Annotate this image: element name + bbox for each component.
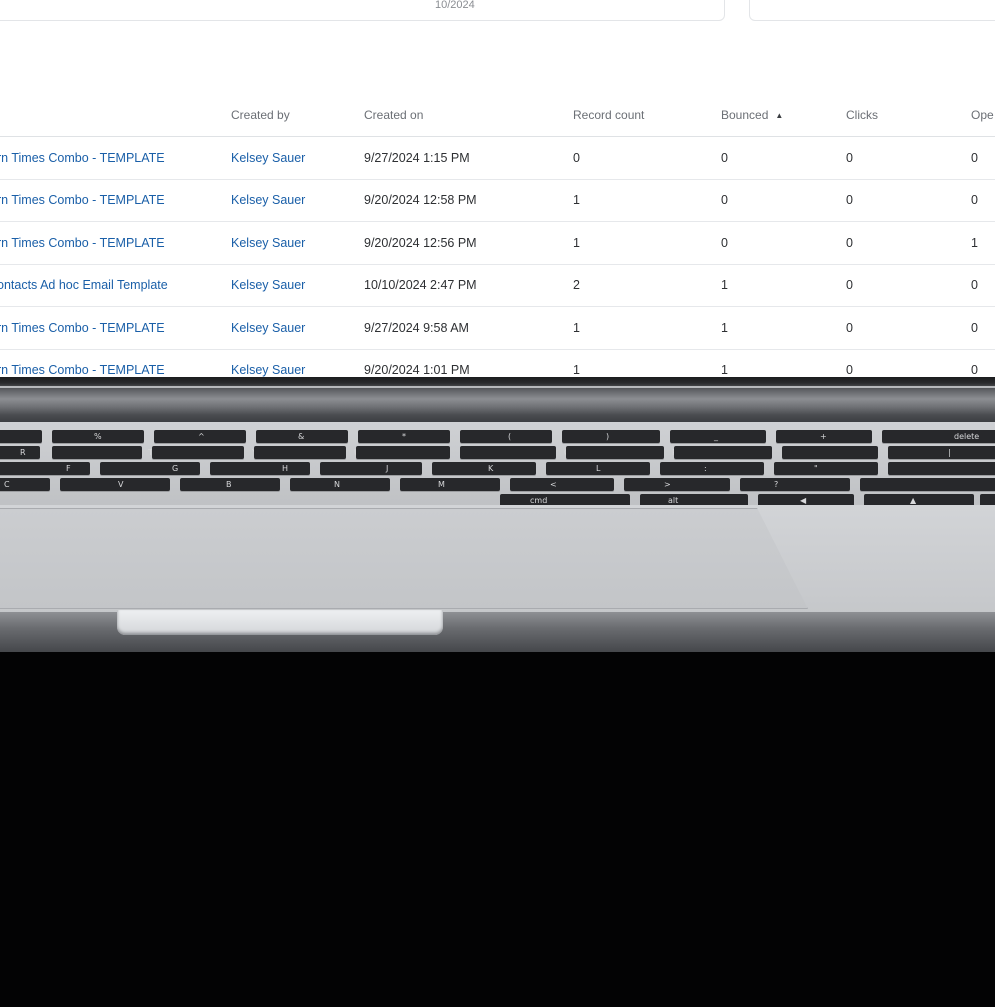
row-created-on: 9/27/2024 9:58 AM xyxy=(364,321,469,335)
row-record-count: 1 xyxy=(573,321,580,335)
row-bounced: 0 xyxy=(721,151,728,165)
key-label: delete xyxy=(954,432,980,441)
key-label: K xyxy=(488,464,494,473)
row-record-count: 0 xyxy=(573,151,580,165)
row-created-by-link[interactable]: Kelsey Sauer xyxy=(231,137,305,179)
header-created-by[interactable]: Created by xyxy=(231,94,290,136)
card-date: 10/2024 xyxy=(435,0,475,11)
key-label: B xyxy=(226,480,232,489)
table-row: rn Times Combo - TEMPLATE Kelsey Sauer 9… xyxy=(0,137,995,180)
row-created-by-link[interactable]: Kelsey Sauer xyxy=(231,307,305,349)
key-label: | xyxy=(948,448,951,457)
laptop-hinge xyxy=(0,377,995,422)
row-created-by-link[interactable]: Kelsey Sauer xyxy=(231,179,305,221)
key-label: F xyxy=(66,464,71,473)
row-clicks: 0 xyxy=(846,236,853,250)
key-label: V xyxy=(118,480,124,489)
key-label: C xyxy=(4,480,10,489)
row-opens: 0 xyxy=(971,151,978,165)
row-clicks: 0 xyxy=(846,151,853,165)
trackpad[interactable] xyxy=(0,508,808,609)
row-bounced: 1 xyxy=(721,321,728,335)
row-opens: 0 xyxy=(971,363,978,377)
table-row: rn Times Combo - TEMPLATE Kelsey Sauer 9… xyxy=(0,179,995,222)
table-header-row: Created by Created on Record count Bounc… xyxy=(0,94,995,137)
row-opens: 0 xyxy=(971,193,978,207)
header-bounced[interactable]: Bounced ▲ xyxy=(721,94,783,136)
row-bounced: 0 xyxy=(721,236,728,250)
row-created-by-link[interactable]: Kelsey Sauer xyxy=(231,222,305,264)
summary-card-secondary xyxy=(749,0,995,21)
key-label: M xyxy=(438,480,445,489)
key-label: L xyxy=(596,464,601,473)
key-label: > xyxy=(664,480,671,489)
row-clicks: 0 xyxy=(846,193,853,207)
row-name-link[interactable]: rn Times Combo - TEMPLATE xyxy=(0,307,165,349)
row-created-by-link[interactable]: Kelsey Sauer xyxy=(231,264,305,306)
key-label: N xyxy=(334,480,340,489)
row-record-count: 1 xyxy=(573,363,580,377)
header-record-count[interactable]: Record count xyxy=(573,94,644,136)
row-name-link[interactable]: rn Times Combo - TEMPLATE xyxy=(0,179,165,221)
table-row: rn Times Combo - TEMPLATE Kelsey Sauer 9… xyxy=(0,222,995,265)
row-bounced: 1 xyxy=(721,363,728,377)
row-clicks: 0 xyxy=(846,321,853,335)
row-bounced: 1 xyxy=(721,278,728,292)
row-record-count: 1 xyxy=(573,193,580,207)
key-label: R xyxy=(20,448,26,457)
row-opens: 0 xyxy=(971,321,978,335)
table-row: ontacts Ad hoc Email Template Kelsey Sau… xyxy=(0,264,995,307)
header-bounced-label: Bounced xyxy=(721,108,769,122)
table-row: rn Times Combo - TEMPLATE Kelsey Sauer 9… xyxy=(0,307,995,350)
key-label: & xyxy=(298,432,305,441)
row-created-on: 10/10/2024 2:47 PM xyxy=(364,278,477,292)
row-created-by-link[interactable]: Kelsey Sauer xyxy=(231,349,305,377)
key-label: + xyxy=(820,432,827,441)
key-label: % xyxy=(94,432,102,441)
header-opens[interactable]: Ope xyxy=(971,94,994,136)
row-created-on: 9/20/2024 12:56 PM xyxy=(364,236,477,250)
row-clicks: 0 xyxy=(846,363,853,377)
header-created-on[interactable]: Created on xyxy=(364,94,423,136)
summary-card: 10/2024 xyxy=(0,0,725,21)
key-label: : xyxy=(704,464,707,473)
row-opens: 0 xyxy=(971,278,978,292)
key-label: _ xyxy=(714,432,718,441)
row-created-on: 9/20/2024 1:01 PM xyxy=(364,363,470,377)
key-label: " xyxy=(814,464,818,473)
key-label: < xyxy=(550,480,557,489)
table-row: rn Times Combo - TEMPLATE Kelsey Sauer 9… xyxy=(0,349,995,377)
key-label: ^ xyxy=(198,432,205,441)
key-label: J xyxy=(386,464,389,473)
hinge-highlight xyxy=(0,386,995,388)
key-label: G xyxy=(172,464,179,473)
key-label: * xyxy=(402,432,406,441)
row-bounced: 0 xyxy=(721,193,728,207)
header-clicks[interactable]: Clicks xyxy=(846,94,878,136)
row-opens: 1 xyxy=(971,236,978,250)
row-created-on: 9/20/2024 12:58 PM xyxy=(364,193,477,207)
row-clicks: 0 xyxy=(846,278,853,292)
row-record-count: 1 xyxy=(573,236,580,250)
key-label: H xyxy=(282,464,289,473)
key-label: ( xyxy=(508,432,512,441)
row-name-link[interactable]: ontacts Ad hoc Email Template xyxy=(0,264,168,306)
row-name-link[interactable]: rn Times Combo - TEMPLATE xyxy=(0,349,165,377)
chevron-up-icon[interactable]: ▲ xyxy=(775,111,783,120)
row-name-link[interactable]: rn Times Combo - TEMPLATE xyxy=(0,222,165,264)
key-label: ? xyxy=(774,480,779,489)
key-label: ) xyxy=(606,432,610,441)
laptop-keyboard: % ^ & * ( ) _ + delete R T Y U I O P { }… xyxy=(0,422,995,508)
row-name-link[interactable]: rn Times Combo - TEMPLATE xyxy=(0,137,165,179)
laptop-screen: 10/2024 Created by Created on Record cou… xyxy=(0,0,995,377)
row-record-count: 2 xyxy=(573,278,580,292)
row-created-on: 9/27/2024 1:15 PM xyxy=(364,151,470,165)
laptop-opening-notch xyxy=(117,610,443,635)
